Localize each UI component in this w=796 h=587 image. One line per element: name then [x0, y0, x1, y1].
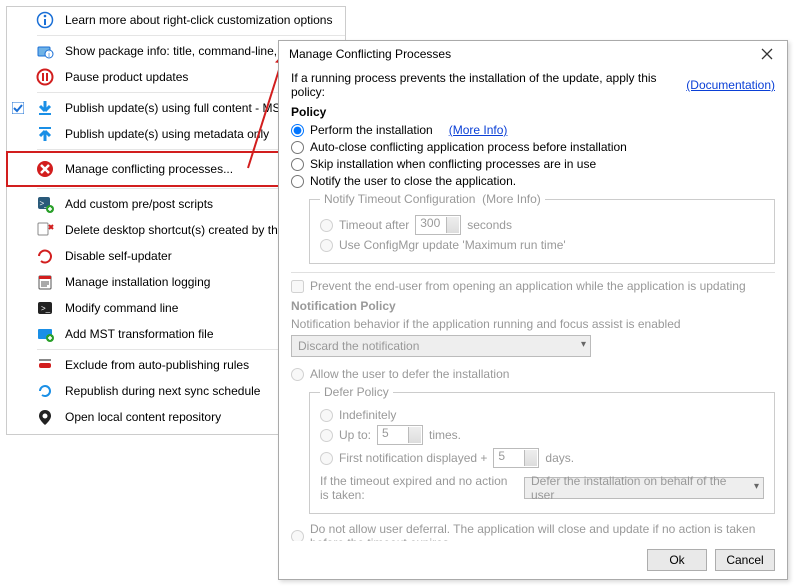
- script-add-icon: >_: [35, 194, 55, 214]
- radio-allow-defer: [291, 368, 304, 381]
- notification-select: Discard the notification: [291, 335, 591, 357]
- opt-notify[interactable]: Notify the user to close the application…: [291, 174, 775, 188]
- radio-timeout-after: [320, 219, 333, 232]
- documentation-link[interactable]: (Documentation): [686, 78, 775, 92]
- radio-perform[interactable]: [291, 124, 304, 137]
- close-icon: [761, 48, 773, 60]
- dialog-title: Manage Conflicting Processes: [289, 47, 753, 61]
- upto-times-input: 5: [377, 425, 423, 445]
- upload-arrow-icon: [35, 124, 55, 144]
- package-info-icon: i: [35, 41, 55, 61]
- more-info-link[interactable]: (More Info): [449, 123, 508, 137]
- pause-icon: [35, 67, 55, 87]
- fieldset-legend: Notify Timeout Configuration: [324, 192, 475, 206]
- opt-allow-defer: Allow the user to defer the installation: [291, 367, 775, 381]
- timeout-seconds-input: 300: [415, 215, 461, 235]
- radio-skip[interactable]: [291, 158, 304, 171]
- close-button[interactable]: [753, 44, 781, 64]
- first-days-input: 5: [493, 448, 539, 468]
- intro-text: If a running process prevents the instal…: [291, 71, 686, 99]
- exclude-icon: [35, 355, 55, 375]
- terminal-icon: >_: [35, 298, 55, 318]
- logging-icon: [35, 272, 55, 292]
- notification-policy-sub: Notification behavior if the application…: [291, 317, 775, 331]
- policy-header: Policy: [291, 105, 775, 119]
- notification-policy-header: Notification Policy: [291, 299, 775, 313]
- check-prevent-open: [291, 280, 304, 293]
- fieldset-legend: Defer Policy: [320, 385, 393, 399]
- radio-autoclose[interactable]: [291, 141, 304, 154]
- menu-item-learn-more[interactable]: Learn more about right-click customizati…: [7, 7, 345, 33]
- radio-indef: [320, 409, 333, 422]
- cancel-button[interactable]: Cancel: [715, 549, 775, 571]
- opt-label: Notify the user to close the application…: [310, 174, 516, 188]
- opt-perform[interactable]: Perform the installation (More Info): [291, 123, 775, 137]
- disable-update-icon: [35, 246, 55, 266]
- mst-icon: [35, 324, 55, 344]
- republish-icon: [35, 381, 55, 401]
- defer-policy-fieldset: Defer Policy Indefinitely Up to: 5 times…: [309, 385, 775, 514]
- ok-button[interactable]: Ok: [647, 549, 707, 571]
- radio-use-cfgmgr: [320, 239, 333, 252]
- radio-no-defer: [291, 530, 304, 542]
- opt-skip[interactable]: Skip installation when conflicting proce…: [291, 157, 775, 171]
- radio-first-notif: [320, 452, 333, 465]
- svg-text:>_: >_: [41, 304, 51, 313]
- download-arrow-icon: [35, 98, 55, 118]
- dialog-titlebar: Manage Conflicting Processes: [279, 41, 787, 67]
- radio-upto: [320, 429, 333, 442]
- fieldset-more-info: (More Info): [482, 192, 541, 206]
- opt-label: Auto-close conflicting application proce…: [310, 140, 627, 154]
- error-icon: [35, 159, 55, 179]
- notify-timeout-fieldset: Notify Timeout Configuration (More Info)…: [309, 192, 775, 264]
- check-icon: [11, 102, 25, 114]
- info-icon: [35, 10, 55, 30]
- menu-label: Learn more about right-click customizati…: [65, 13, 339, 27]
- delete-shortcut-icon: [35, 220, 55, 240]
- opt-label: Skip installation when conflicting proce…: [310, 157, 596, 171]
- dialog-footer: Ok Cancel: [279, 541, 787, 579]
- defer-timeout-select: Defer the installation on behalf of the …: [524, 477, 764, 499]
- opt-autoclose[interactable]: Auto-close conflicting application proce…: [291, 140, 775, 154]
- radio-notify[interactable]: [291, 175, 304, 188]
- location-pin-icon: [35, 407, 55, 427]
- opt-no-defer: Do not allow user deferral. The applicat…: [291, 522, 775, 541]
- manage-conflicting-dialog: Manage Conflicting Processes If a runnin…: [278, 40, 788, 580]
- opt-label: Perform the installation: [310, 123, 433, 137]
- prevent-open-row: Prevent the end-user from opening an app…: [291, 279, 775, 293]
